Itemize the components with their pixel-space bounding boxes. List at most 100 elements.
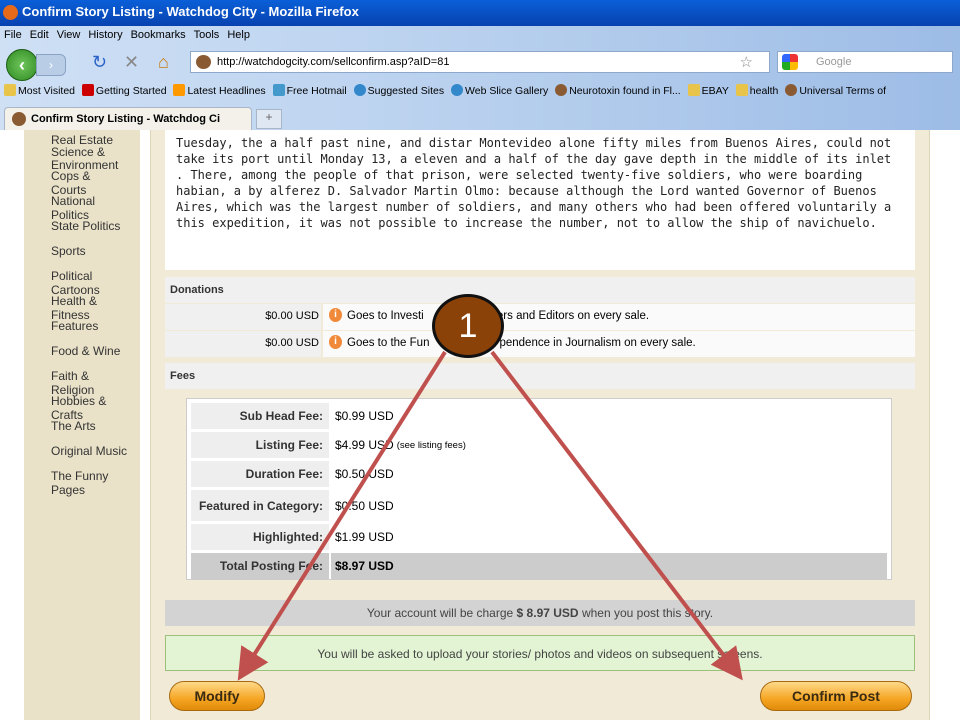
google-icon[interactable]	[782, 54, 798, 70]
fee-row: Listing Fee: $4.99 USD (see listing fees)	[191, 432, 887, 458]
sidebar-link-political[interactable]: Political	[51, 270, 139, 283]
fee-value: $0.99 USD	[335, 409, 394, 423]
sidebar-link-food-wine[interactable]: Food & Wine	[51, 345, 139, 358]
window-title-bar: Confirm Story Listing - Watchdog City - …	[0, 0, 960, 26]
bookmark-item[interactable]: Suggested Sites	[353, 84, 444, 97]
url-text: http://watchdogcity.com/sellconfirm.asp?…	[217, 56, 450, 68]
charge-text-end: when you post this story.	[581, 606, 714, 620]
home-icon[interactable]: ⌂	[158, 52, 169, 73]
site-favicon	[196, 55, 211, 69]
sidebar-link-pages[interactable]: Pages	[51, 484, 139, 497]
fee-total-value: $8.97 USD	[335, 559, 394, 573]
info-icon[interactable]: i	[329, 308, 342, 322]
bookmark-item[interactable]: Free Hotmail	[272, 84, 347, 97]
donation-row: $0.00 USD i Goes to the Fun pendence in Jo…	[165, 331, 915, 357]
bookmark-item[interactable]: Neurotoxin found in Fl...	[555, 84, 681, 97]
donation-desc-rest: pendence in Journalism on every sale.	[499, 337, 696, 349]
fee-value: $4.99 USD	[335, 438, 394, 452]
fee-label: Highlighted:	[191, 524, 329, 550]
fee-row: Duration Fee: $0.50 USD	[191, 461, 887, 487]
modify-button[interactable]: Modify	[169, 681, 265, 711]
story-text: Tuesday, the a half past nine, and dista…	[165, 130, 915, 270]
fee-label: Sub Head Fee:	[191, 403, 329, 429]
url-bar[interactable]: http://watchdogcity.com/sellconfirm.asp?…	[190, 51, 770, 73]
bookmark-item[interactable]: Web Slice Gallery	[451, 84, 548, 97]
search-placeholder: Google	[816, 56, 852, 68]
bookmark-star-icon[interactable]: ☆	[740, 53, 753, 71]
browser-chrome: File Edit View History Bookmarks Tools Help ‹ …	[0, 26, 960, 130]
fee-label: Featured in Category:	[191, 490, 329, 521]
main-panel: Tuesday, the a half past nine, and dista…	[150, 130, 930, 720]
bookmark-item[interactable]: Most Visited	[4, 84, 75, 97]
donation-desc: Goes to the Fun	[347, 337, 430, 349]
info-icon[interactable]: i	[329, 335, 342, 349]
donation-amount: $0.00 USD	[165, 304, 321, 330]
sidebar-link-arts[interactable]: The Arts	[51, 420, 139, 433]
sidebar-link-science[interactable]: Science &	[51, 146, 139, 159]
bookmark-folder[interactable]: EBAY	[687, 84, 729, 97]
donation-amount: $0.00 USD	[165, 331, 321, 357]
forward-button[interactable]: ›	[36, 54, 66, 76]
donation-desc: Goes to Investi	[347, 310, 424, 322]
menu-edit[interactable]: Edit	[30, 29, 49, 41]
sidebar-link-features[interactable]: Features	[51, 320, 139, 333]
charge-notice: Your account will be charge $ 8.97 USD w…	[165, 600, 915, 626]
fee-row: Featured in Category: $0.50 USD	[191, 490, 887, 521]
bookmark-item[interactable]: Getting Started	[81, 84, 167, 97]
navigation-toolbar: ‹ › ↻ ✕ ⌂ http://watchdogcity.com/sellco…	[4, 48, 954, 81]
reload-icon[interactable]: ↻	[92, 52, 107, 73]
fee-label: Total Posting Fee:	[191, 553, 329, 579]
tab-confirm-story[interactable]: Confirm Story Listing - Watchdog Ci	[4, 107, 252, 130]
fee-value: $0.50 USD	[335, 498, 394, 513]
sidebar-link-original-music[interactable]: Original Music	[51, 445, 139, 458]
new-tab-button[interactable]: +	[256, 109, 282, 129]
fee-value: $0.50 USD	[335, 467, 394, 481]
menu-tools[interactable]: Tools	[194, 29, 220, 41]
charge-amount: $ 8.97 USD	[516, 606, 579, 620]
sidebar-link-sports[interactable]: Sports	[51, 245, 139, 258]
donations-header: Donations	[165, 277, 915, 303]
page-content: Real Estate Science & Environment Cops &…	[0, 130, 960, 720]
menu-view[interactable]: View	[57, 29, 81, 41]
upload-notice: You will be asked to upload your stories…	[165, 635, 915, 671]
fees-table: Sub Head Fee: $0.99 USD Listing Fee: $4.99…	[186, 398, 892, 580]
menu-bar: File Edit View History Bookmarks Tools Help	[4, 29, 258, 41]
sidebar-link-faith[interactable]: Faith &	[51, 370, 139, 383]
sidebar: Real Estate Science & Environment Cops &…	[24, 130, 140, 720]
site-favicon	[12, 112, 26, 126]
confirm-post-button[interactable]: Confirm Post	[760, 681, 912, 711]
bookmark-folder[interactable]: health	[735, 84, 778, 97]
sidebar-link-health[interactable]: Health &	[51, 295, 139, 308]
fee-total-row: Total Posting Fee: $8.97 USD	[191, 553, 887, 579]
menu-help[interactable]: Help	[227, 29, 250, 41]
donation-desc-rest: ters and Editors on every sale.	[493, 310, 650, 322]
fee-value: $1.99 USD	[335, 530, 394, 544]
tab-title: Confirm Story Listing - Watchdog Ci	[31, 113, 221, 125]
bookmark-item[interactable]: Latest Headlines	[173, 84, 266, 97]
stop-icon[interactable]: ✕	[124, 52, 139, 73]
bookmark-item[interactable]: Universal Terms of	[785, 84, 886, 97]
bookmarks-toolbar: Most Visited Getting Started Latest Head…	[4, 84, 956, 97]
fees-header: Fees	[165, 363, 915, 389]
fee-label: Listing Fee:	[191, 432, 329, 458]
firefox-icon	[3, 5, 18, 20]
menu-bookmarks[interactable]: Bookmarks	[131, 29, 186, 41]
sidebar-link-state-politics[interactable]: State Politics	[51, 220, 139, 233]
fee-label: Duration Fee:	[191, 461, 329, 487]
menu-history[interactable]: History	[88, 29, 122, 41]
sidebar-link-hobbies[interactable]: Hobbies &	[51, 395, 139, 408]
sidebar-link-cops[interactable]: Cops &	[51, 170, 139, 183]
tab-strip: Confirm Story Listing - Watchdog Ci +	[0, 106, 960, 130]
fee-row: Sub Head Fee: $0.99 USD	[191, 403, 887, 429]
sidebar-link-national[interactable]: National	[51, 195, 139, 208]
fee-row: Highlighted: $1.99 USD	[191, 524, 887, 550]
search-box[interactable]: Google	[777, 51, 953, 73]
see-listing-fees-link[interactable]: (see listing fees)	[397, 440, 466, 451]
sidebar-link-funny[interactable]: The Funny	[51, 470, 139, 483]
charge-text: Your account will be charge	[366, 606, 514, 620]
annotation-badge: 1	[432, 294, 504, 358]
menu-file[interactable]: File	[4, 29, 22, 41]
back-button[interactable]: ‹	[6, 49, 38, 81]
window-title: Confirm Story Listing - Watchdog City - …	[22, 4, 359, 19]
donation-row: $0.00 USD i Goes to Investi ters and Edito…	[165, 304, 915, 330]
